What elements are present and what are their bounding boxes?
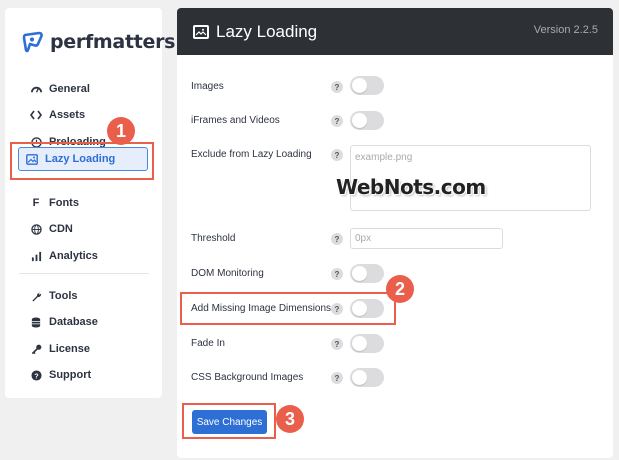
wrench-icon	[29, 289, 43, 303]
fade-in-toggle[interactable]	[350, 334, 384, 353]
sidebar-item-tools[interactable]: Tools	[29, 287, 78, 305]
sidebar-item-label: Tools	[49, 290, 78, 302]
panel-header: Lazy Loading Version 2.2.5	[177, 8, 613, 55]
sidebar-item-cdn[interactable]: CDN	[29, 220, 73, 238]
images-label: Images	[191, 81, 224, 92]
help-icon[interactable]: ?	[331, 268, 343, 280]
key-icon	[29, 342, 43, 356]
settings-panel: Lazy Loading Version 2.2.5 Images ? iFra…	[177, 8, 613, 458]
version-label: Version 2.2.5	[533, 24, 598, 36]
annotation-badge-1: 1	[107, 117, 135, 145]
iframes-label: iFrames and Videos	[191, 115, 280, 126]
help-icon[interactable]: ?	[331, 115, 343, 127]
annotation-highlight-add-missing-dimensions	[180, 292, 396, 325]
page-title: Lazy Loading	[216, 21, 318, 41]
sidebar-divider	[19, 273, 149, 274]
sidebar-item-label: License	[49, 343, 90, 355]
sidebar-item-label: Fonts	[49, 197, 79, 209]
brand-name: perfmatters	[50, 31, 176, 53]
perfmatters-logo-icon	[21, 30, 45, 54]
sidebar-item-license[interactable]: License	[29, 340, 90, 358]
dashboard-icon	[29, 82, 43, 96]
image-icon	[193, 24, 209, 39]
sidebar-item-label: Database	[49, 316, 98, 328]
help-icon[interactable]: ?	[331, 233, 343, 245]
annotation-badge-3: 3	[276, 405, 304, 433]
svg-text:?: ?	[34, 371, 39, 380]
fade-in-label: Fade In	[191, 338, 225, 349]
dom-monitoring-label: DOM Monitoring	[191, 268, 264, 279]
dom-monitoring-toggle[interactable]	[350, 264, 384, 283]
sidebar-item-assets[interactable]: Assets	[29, 106, 85, 124]
sidebar-item-fonts[interactable]: F Fonts	[29, 194, 79, 212]
font-icon: F	[32, 197, 40, 209]
exclude-label: Exclude from Lazy Loading	[191, 149, 312, 160]
database-icon	[29, 315, 43, 329]
sidebar-item-label: General	[49, 83, 90, 95]
threshold-label: Threshold	[191, 233, 236, 244]
logo[interactable]: perfmatters	[21, 30, 175, 54]
sidebar-item-label: Support	[49, 369, 92, 381]
sidebar: perfmatters General Assets Preloading F …	[5, 8, 175, 398]
watermark: WebNots.com	[336, 175, 486, 199]
images-toggle[interactable]	[350, 76, 384, 95]
sidebar-item-label: CDN	[49, 223, 73, 235]
help-icon[interactable]: ?	[331, 338, 343, 350]
sidebar-item-support[interactable]: ? Support	[29, 366, 91, 384]
annotation-badge-2: 2	[386, 275, 414, 303]
bar-chart-icon	[29, 249, 43, 263]
code-icon	[29, 108, 43, 122]
sidebar-item-database[interactable]: Database	[29, 313, 98, 331]
globe-icon	[29, 222, 43, 236]
sidebar-item-label: Analytics	[49, 250, 98, 262]
help-icon[interactable]: ?	[331, 149, 343, 161]
iframes-toggle[interactable]	[350, 111, 384, 130]
sidebar-item-label: Assets	[49, 109, 86, 121]
question-circle-icon: ?	[29, 368, 43, 382]
sidebar-item-general[interactable]: General	[29, 80, 90, 98]
css-background-images-toggle[interactable]	[350, 368, 384, 387]
css-background-images-label: CSS Background Images	[191, 372, 304, 383]
help-icon[interactable]: ?	[331, 81, 343, 93]
annotation-highlight-save-button	[182, 403, 276, 439]
annotation-highlight-lazy-loading	[10, 142, 154, 180]
threshold-input[interactable]: 0px	[350, 228, 503, 249]
help-icon[interactable]: ?	[331, 372, 343, 384]
sidebar-item-analytics[interactable]: Analytics	[29, 247, 98, 265]
